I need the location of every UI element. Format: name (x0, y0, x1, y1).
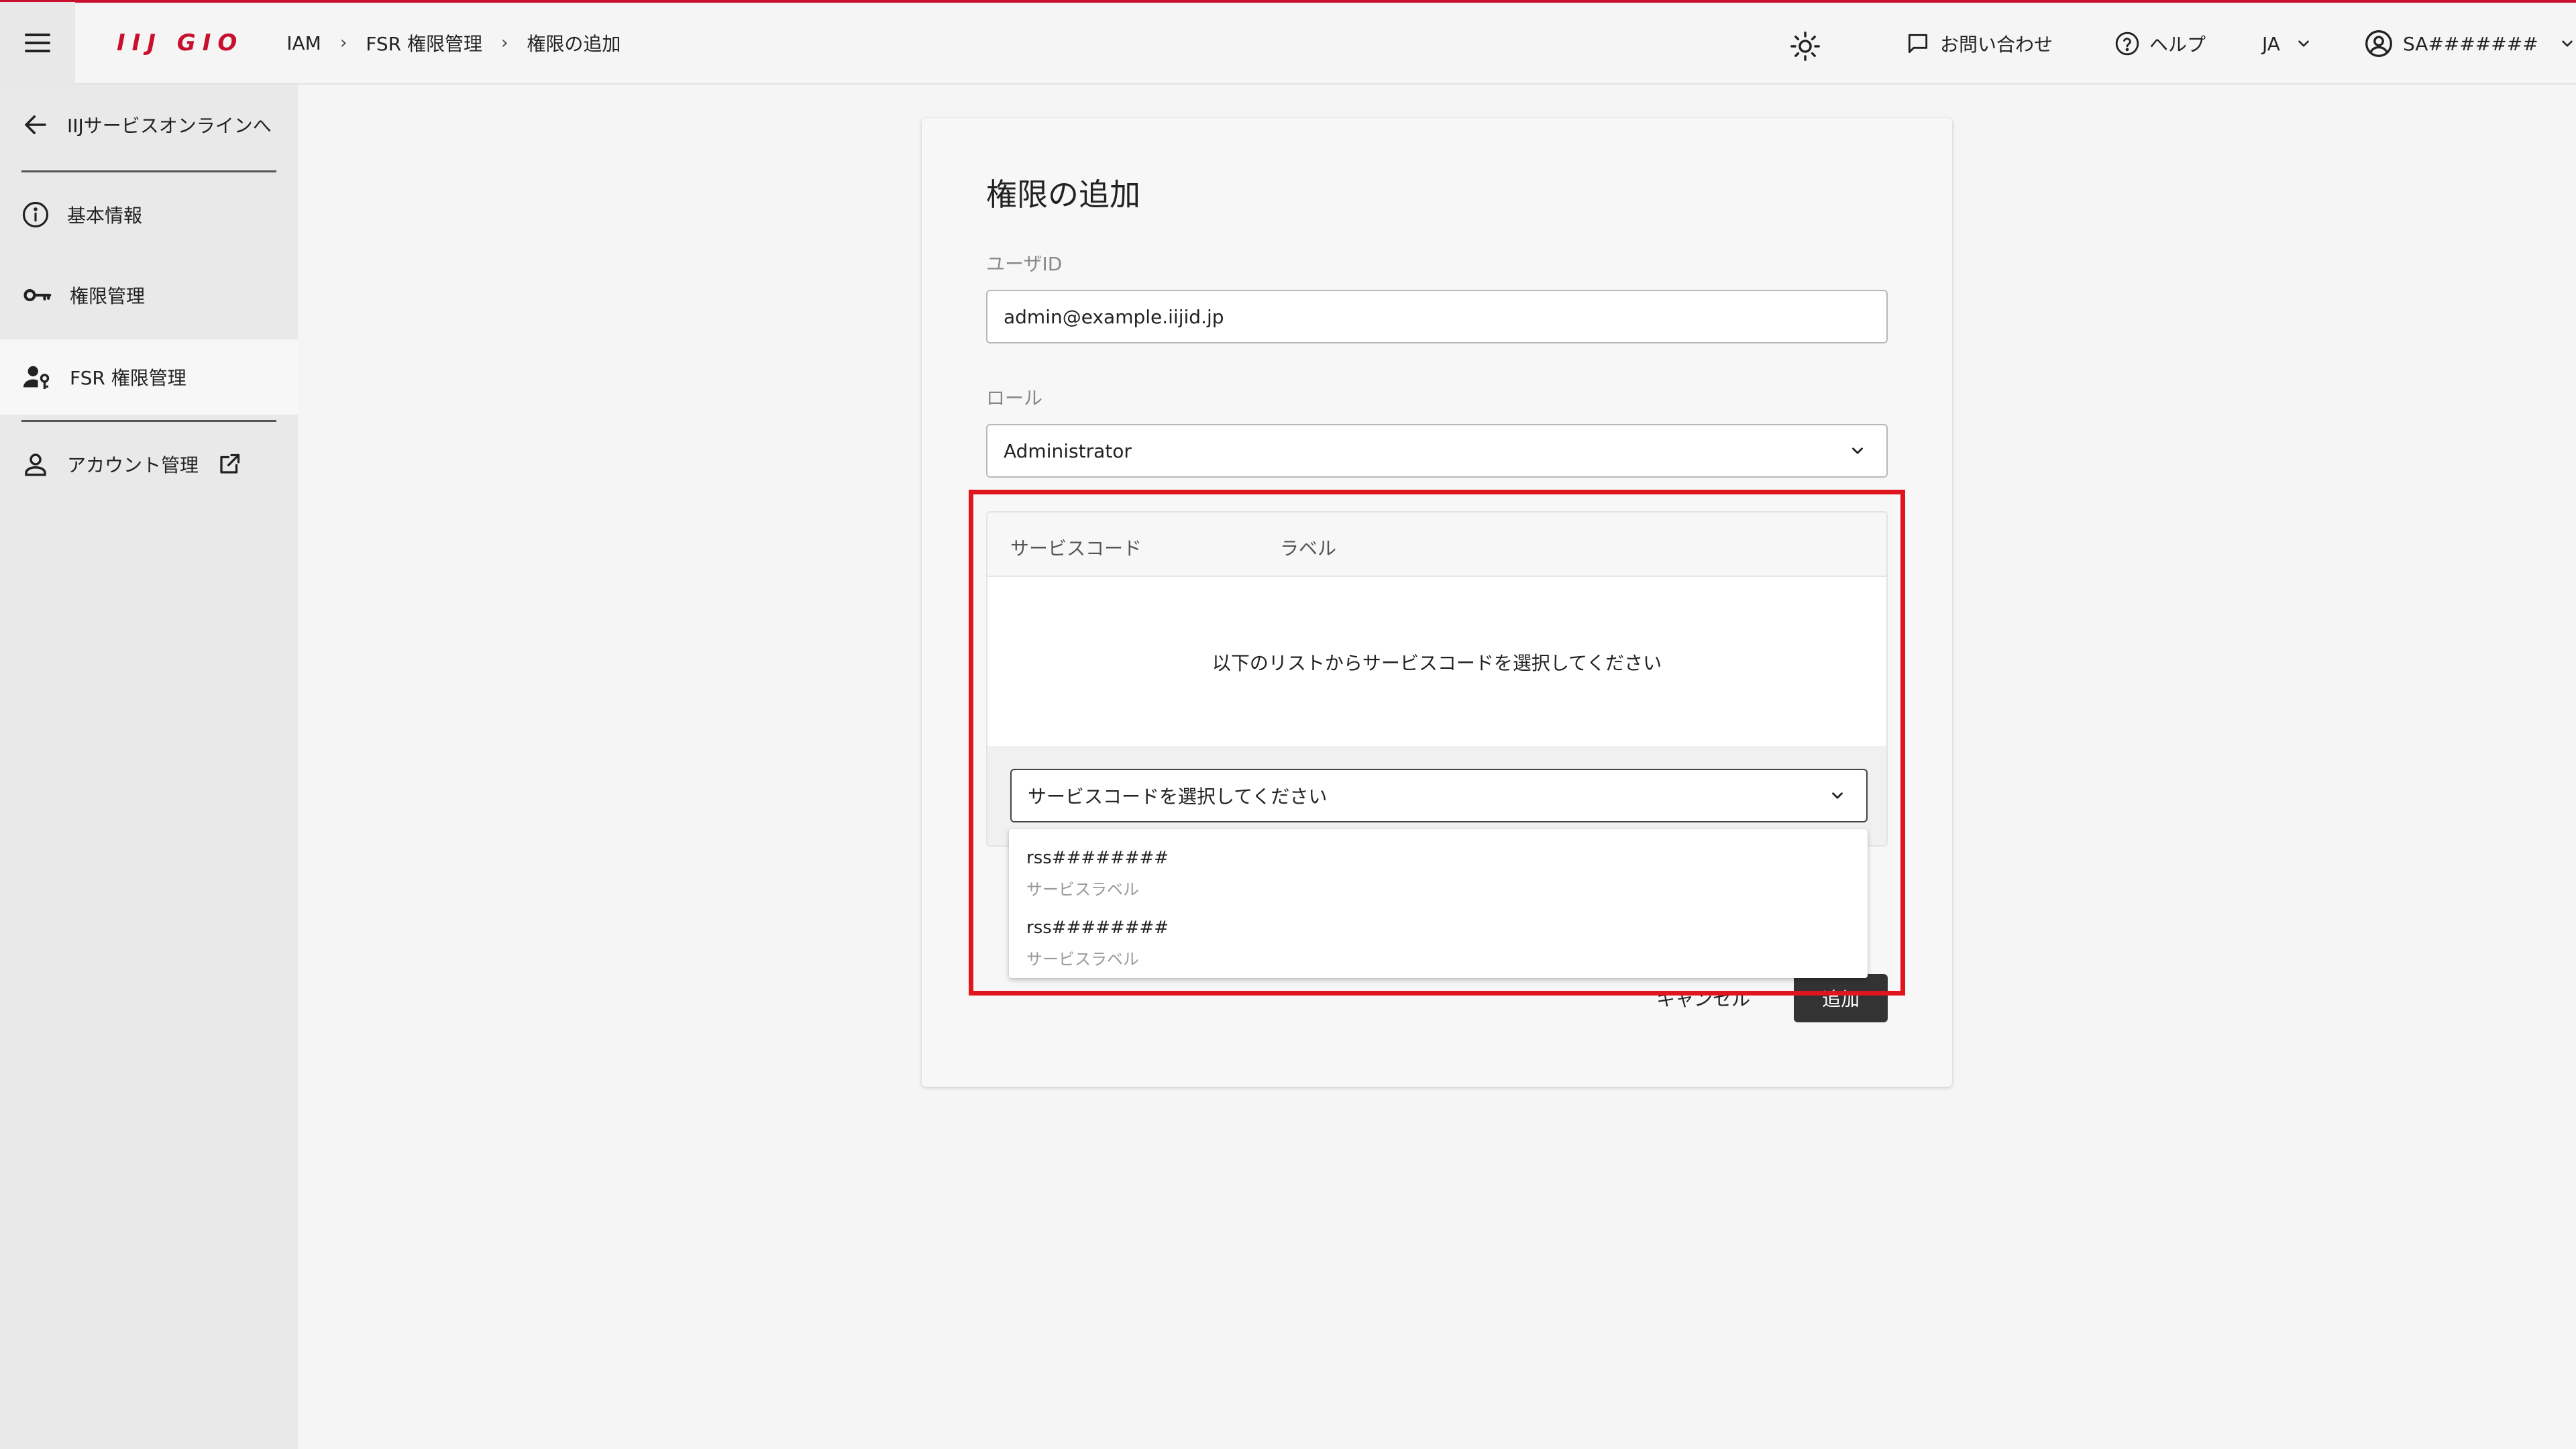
sidebar-item-label: 権限管理 (70, 285, 146, 307)
breadcrumb-fsr[interactable]: FSR 権限管理 (366, 30, 482, 56)
role-select[interactable]: Administrator (986, 424, 1888, 478)
chat-icon (1908, 34, 1928, 54)
option-code: rss######## (1026, 918, 1169, 938)
language-label: JA (2262, 32, 2280, 55)
breadcrumb-separator: › (339, 33, 347, 53)
option-label: サービスラベル (1026, 880, 1139, 899)
sidebar-item-account-management[interactable]: アカウント管理 (0, 427, 298, 502)
sidebar-divider (21, 420, 276, 422)
breadcrumb: IAM › FSR 権限管理 › 権限の追加 (286, 30, 621, 56)
user-id-input[interactable] (986, 290, 1888, 343)
chevron-down-icon (2561, 40, 2573, 47)
sidebar-item-label: FSR 権限管理 (70, 367, 186, 389)
chevron-down-icon (2298, 40, 2309, 47)
dropdown-option[interactable]: rss######## サービスラベル (1009, 833, 1868, 903)
user-id-label: ユーザID (986, 253, 1063, 275)
role-value: Administrator (1004, 439, 1132, 462)
column-header-service-code: サービスコード (1010, 537, 1142, 559)
top-header: IIJ GIO IAM › FSR 権限管理 › 権限の追加 お問い合わせ ヘル… (0, 2, 2576, 85)
external-link-icon (220, 453, 240, 474)
add-button[interactable]: 追加 (1794, 974, 1888, 1022)
service-code-placeholder: サービスコードを選択してください (1028, 786, 1328, 808)
page-title: 権限の追加 (986, 176, 1140, 213)
person-icon (25, 453, 46, 476)
sun-icon[interactable] (1790, 31, 1821, 62)
contact-label: お問い合わせ (1940, 34, 2053, 56)
iij-gio-logo[interactable]: IIJ GIO (117, 30, 244, 56)
user-key-icon (23, 366, 50, 390)
breadcrumb-separator: › (500, 33, 508, 53)
column-header-label: ラベル (1280, 537, 1337, 559)
sidebar-divider (21, 170, 276, 172)
help-circle-icon (2115, 32, 2139, 56)
service-code-table: サービスコード ラベル 以下のリストからサービスコードを選択してください サービ… (986, 511, 1888, 847)
info-icon (22, 201, 49, 228)
empty-state-message: 以下のリストからサービスコードを選択してください (1212, 652, 1662, 674)
account-circle-icon (2365, 30, 2392, 57)
service-code-select[interactable]: サービスコードを選択してください (1010, 769, 1868, 822)
sidebar-back-link[interactable]: IIJサービスオンラインへ (0, 87, 298, 162)
breadcrumb-current: 権限の追加 (527, 33, 621, 55)
contact-link[interactable]: お問い合わせ (1905, 3, 2053, 85)
sidebar-item-label: 基本情報 (67, 205, 143, 227)
menu-button[interactable] (0, 2, 75, 84)
breadcrumb-iam[interactable]: IAM (286, 32, 321, 54)
sidebar-back-label: IIJサービスオンラインへ (67, 115, 272, 137)
service-code-dropdown: rss######## サービスラベル rss######## サービスラベル (1009, 829, 1868, 978)
sidebar: IIJサービスオンラインへ 基本情報 権限管理 FSR 権限管理 アカウント管理 (0, 85, 298, 1449)
sidebar-item-basic-info[interactable]: 基本情報 (0, 177, 298, 252)
sidebar-item-label: アカウント管理 (67, 454, 199, 476)
chevron-down-icon (1832, 792, 1843, 799)
role-label: ロール (986, 387, 1043, 409)
language-selector[interactable]: JA (2262, 3, 2312, 85)
sidebar-item-fsr-permissions[interactable]: FSR 権限管理 (0, 339, 298, 415)
key-icon (23, 288, 52, 302)
account-label: SA####### (2403, 32, 2538, 55)
hamburger-icon (25, 34, 50, 52)
dropdown-option[interactable]: rss######## サービスラベル (1009, 903, 1868, 973)
help-link[interactable]: ヘルプ (2114, 3, 2206, 85)
table-header: サービスコード ラベル (987, 513, 1886, 577)
option-code: rss######## (1026, 848, 1169, 868)
option-label: サービスラベル (1026, 950, 1139, 969)
help-label: ヘルプ (2149, 34, 2206, 56)
cancel-button[interactable]: キャンセル (1653, 981, 1754, 1016)
chevron-down-icon (1852, 447, 1863, 454)
account-menu[interactable]: SA####### (2364, 3, 2576, 85)
arrow-left-icon (25, 115, 46, 134)
sidebar-item-permissions[interactable]: 権限管理 (0, 258, 298, 333)
